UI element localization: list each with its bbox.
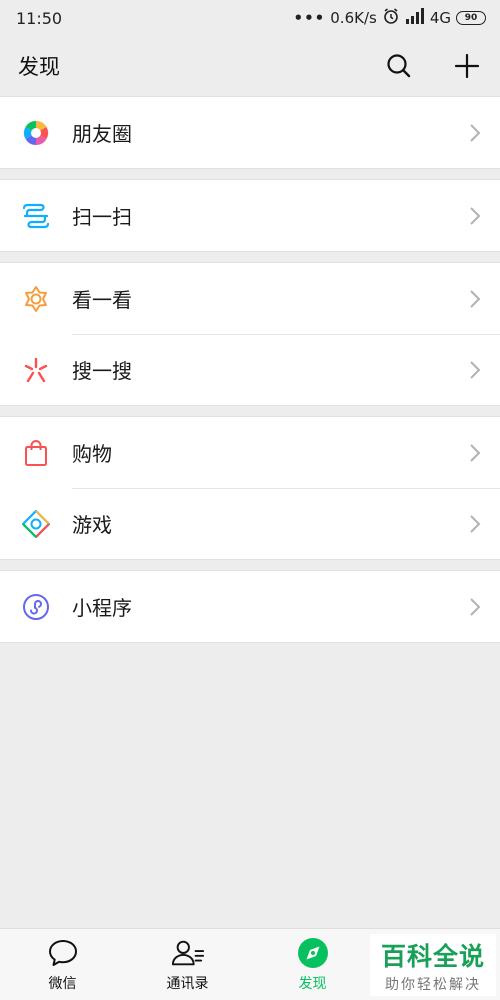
- compass-icon: [296, 936, 330, 970]
- menu-item-scan[interactable]: 扫一扫: [0, 180, 500, 251]
- network-type: 4G: [429, 9, 451, 27]
- search-search-icon: [20, 354, 52, 386]
- status-indicators: ••• 0.6K/s 4G 90: [293, 7, 486, 29]
- header-actions: [382, 49, 484, 83]
- menu-item-label: 搜一搜: [72, 359, 132, 383]
- chat-bubble-icon: [46, 936, 80, 970]
- watermark: 百科全说 助你轻松解决: [370, 934, 496, 996]
- tab-contacts[interactable]: 通讯录: [125, 929, 250, 1000]
- watermark-subtitle: 助你轻松解决: [385, 976, 481, 993]
- discover-menu: 朋友圈 扫一扫 看一看 搜一搜 购物 游戏 小程序: [0, 96, 500, 653]
- status-time: 11:50: [16, 8, 63, 28]
- status-bar: 11:50 ••• 0.6K/s 4G 90: [0, 0, 500, 36]
- menu-item-label: 游戏: [72, 513, 112, 537]
- shopping-bag-icon: [20, 437, 52, 469]
- chevron-right-icon: [468, 442, 482, 464]
- top-stories-icon: [20, 283, 52, 315]
- menu-item-games[interactable]: 游戏: [0, 488, 500, 559]
- menu-item-label: 购物: [72, 442, 112, 466]
- menu-item-mini-program[interactable]: 小程序: [0, 571, 500, 642]
- menu-item-label: 朋友圈: [72, 122, 132, 146]
- alarm-icon: [382, 7, 400, 29]
- menu-item-search[interactable]: 搜一搜: [0, 334, 500, 405]
- chevron-right-icon: [468, 122, 482, 144]
- chevron-right-icon: [468, 513, 482, 535]
- signal-icon: [405, 8, 425, 28]
- menu-item-top-stories[interactable]: 看一看: [0, 263, 500, 334]
- battery-icon: 90: [456, 11, 486, 25]
- menu-group-scan: 扫一扫: [0, 179, 500, 252]
- menu-group-stories-search: 看一看 搜一搜: [0, 262, 500, 406]
- contacts-icon: [171, 936, 205, 970]
- tab-chats[interactable]: 微信: [0, 929, 125, 1000]
- tab-label: 微信: [48, 976, 77, 992]
- mini-program-icon: [20, 591, 52, 623]
- menu-item-shopping[interactable]: 购物: [0, 417, 500, 488]
- search-icon[interactable]: [382, 49, 416, 83]
- scan-icon: [20, 200, 52, 232]
- chevron-right-icon: [468, 596, 482, 618]
- page-title: 发现: [18, 55, 60, 79]
- menu-item-label: 看一看: [72, 288, 132, 312]
- menu-group-mini-program: 小程序: [0, 570, 500, 643]
- tab-discover[interactable]: 发现: [250, 929, 375, 1000]
- chevron-right-icon: [468, 288, 482, 310]
- notification-dots: •••: [293, 9, 326, 27]
- watermark-title: 百科全说: [380, 941, 485, 971]
- plus-icon[interactable]: [450, 49, 484, 83]
- menu-item-label: 扫一扫: [72, 205, 132, 229]
- chevron-right-icon: [468, 359, 482, 381]
- network-speed: 0.6K/s: [330, 9, 377, 27]
- menu-group-shop-games: 购物 游戏: [0, 416, 500, 560]
- menu-item-moments[interactable]: 朋友圈: [0, 97, 500, 168]
- menu-item-label: 小程序: [72, 596, 132, 620]
- moments-icon: [20, 117, 52, 149]
- menu-group-moments: 朋友圈: [0, 96, 500, 169]
- chevron-right-icon: [468, 205, 482, 227]
- header: 发现: [0, 36, 500, 96]
- games-icon: [20, 508, 52, 540]
- tab-label: 发现: [298, 976, 327, 992]
- tab-label: 通讯录: [166, 976, 209, 992]
